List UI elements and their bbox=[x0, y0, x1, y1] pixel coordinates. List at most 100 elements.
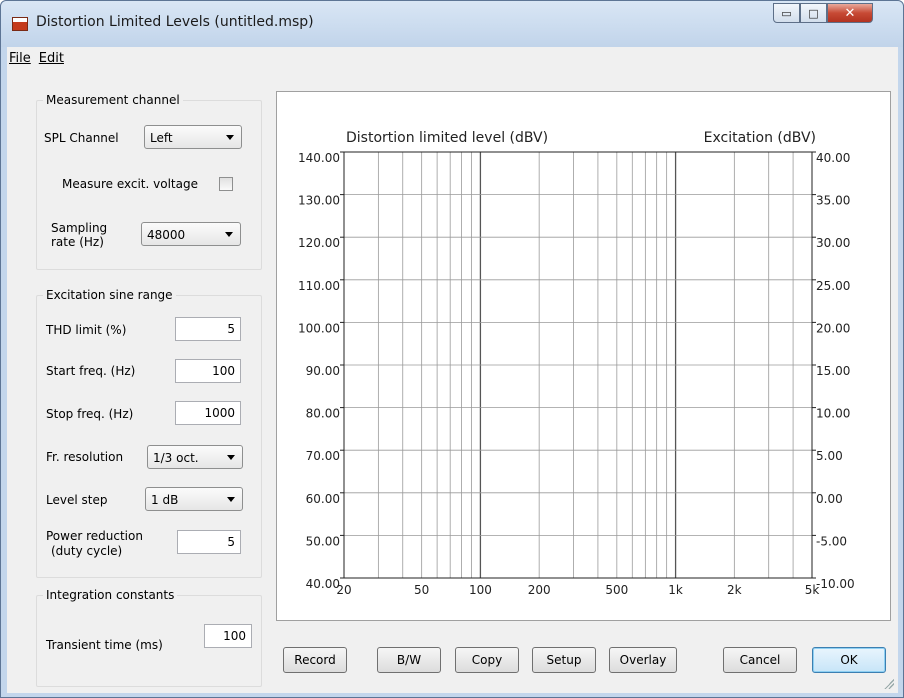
maximize-icon: □ bbox=[808, 6, 819, 20]
y-left-tick-label: 90.00 bbox=[306, 364, 340, 378]
power-reduction-label-2: (duty cycle) bbox=[51, 544, 123, 558]
y-right-tick-label: 5.00 bbox=[816, 449, 843, 463]
y-right-tick-label: 40.00 bbox=[816, 151, 850, 165]
ok-button[interactable]: OK bbox=[812, 647, 886, 673]
minimize-icon: ▭ bbox=[781, 6, 792, 20]
integration-group: Integration constants Transient time (ms… bbox=[36, 588, 262, 687]
transient-time-input[interactable]: 100 bbox=[204, 624, 252, 648]
sampling-rate-value: 48000 bbox=[147, 228, 186, 242]
resize-grip-icon[interactable] bbox=[884, 679, 894, 689]
y-left-tick-label: 110.00 bbox=[298, 279, 340, 293]
y-left-tick-label: 120.00 bbox=[298, 236, 340, 250]
y-right-tick-label: 35.00 bbox=[816, 194, 850, 208]
level-step-value: 1 dB bbox=[151, 493, 179, 507]
chevron-down-icon bbox=[226, 135, 234, 140]
transient-time-value: 100 bbox=[223, 629, 246, 643]
measure-excit-label: Measure excit. voltage bbox=[62, 177, 198, 191]
maximize-button[interactable]: □ bbox=[800, 3, 827, 23]
level-step-label: Level step bbox=[46, 493, 108, 507]
menu-file-label: File bbox=[9, 51, 31, 66]
power-reduction-label-1: Power reduction bbox=[46, 529, 143, 543]
y-left-tick-label: 70.00 bbox=[306, 449, 340, 463]
thd-limit-input[interactable]: 5 bbox=[175, 317, 241, 341]
title-bar[interactable]: Distortion Limited Levels (untitled.msp)… bbox=[1, 1, 903, 47]
start-freq-label: Start freq. (Hz) bbox=[46, 364, 136, 378]
integration-title: Integration constants bbox=[43, 588, 178, 602]
record-button[interactable]: Record bbox=[283, 647, 347, 673]
minimize-button[interactable]: ▭ bbox=[773, 3, 800, 23]
stop-freq-label: Stop freq. (Hz) bbox=[46, 407, 134, 421]
level-step-select[interactable]: 1 dB bbox=[145, 487, 243, 511]
power-reduction-input[interactable]: 5 bbox=[177, 530, 241, 554]
chevron-down-icon bbox=[227, 455, 235, 460]
stop-freq-value: 1000 bbox=[204, 406, 235, 420]
overlay-button[interactable]: Overlay bbox=[609, 647, 677, 673]
y-right-tick-label: -10.00 bbox=[816, 577, 855, 591]
distortion-chart[interactable]: 40.00 50.00 60.00 70.00 80.00 90.00 100.00 110.… bbox=[277, 92, 890, 620]
sampling-rate-select[interactable]: 48000 bbox=[141, 222, 241, 246]
y-left-axis-title: Distortion limited level (dBV) bbox=[346, 130, 548, 146]
plot-frame: 40.00 50.00 60.00 70.00 80.00 90.00 100.00 110.… bbox=[276, 91, 891, 621]
measure-excit-checkbox[interactable] bbox=[219, 177, 233, 191]
measurement-channel-title: Measurement channel bbox=[43, 93, 183, 107]
chevron-down-icon bbox=[225, 232, 233, 237]
close-icon: ✕ bbox=[844, 5, 856, 21]
copy-button[interactable]: Copy bbox=[455, 647, 519, 673]
menu-bar: File Edit bbox=[7, 49, 898, 69]
resolution-value: 1/3 oct. bbox=[153, 451, 199, 465]
x-tick-label: 2k bbox=[727, 583, 742, 597]
stop-freq-input[interactable]: 1000 bbox=[175, 401, 241, 425]
bw-button[interactable]: B/W bbox=[377, 647, 441, 673]
y-left-tick-label: 40.00 bbox=[306, 577, 340, 591]
y-right-axis-title: Excitation (dBV) bbox=[704, 130, 816, 146]
spl-channel-select[interactable]: Left bbox=[144, 125, 242, 149]
caption-buttons: ▭ □ ✕ bbox=[773, 3, 873, 25]
x-tick-label: 1k bbox=[668, 583, 683, 597]
x-tick-label: 20 bbox=[336, 583, 351, 597]
transient-time-label: Transient time (ms) bbox=[46, 638, 163, 652]
sampling-rate-label-2: rate (Hz) bbox=[51, 235, 104, 249]
power-reduction-value: 5 bbox=[227, 535, 235, 549]
menu-edit-label: Edit bbox=[38, 51, 64, 66]
x-tick-label: 500 bbox=[605, 583, 628, 597]
spl-channel-value: Left bbox=[150, 131, 173, 145]
y-left-tick-label: 130.00 bbox=[298, 194, 340, 208]
close-button[interactable]: ✕ bbox=[827, 3, 873, 23]
cancel-button[interactable]: Cancel bbox=[723, 647, 797, 673]
excitation-group: Excitation sine range THD limit (%) 5 St… bbox=[36, 288, 262, 578]
y-right-tick-label: 0.00 bbox=[816, 492, 843, 506]
thd-limit-label: THD limit (%) bbox=[46, 323, 127, 337]
chevron-down-icon bbox=[227, 497, 235, 502]
thd-limit-value: 5 bbox=[227, 322, 235, 336]
y-right-tick-label: 15.00 bbox=[816, 364, 850, 378]
client-area: File Edit Measurement channel SPL Channe… bbox=[7, 47, 898, 693]
x-tick-label: 50 bbox=[414, 583, 429, 597]
measurement-channel-group: Measurement channel SPL Channel Left Mea… bbox=[36, 93, 262, 270]
sampling-rate-label-1: Sampling bbox=[51, 221, 108, 235]
start-freq-value: 100 bbox=[212, 364, 235, 378]
setup-button[interactable]: Setup bbox=[532, 647, 596, 673]
excitation-title: Excitation sine range bbox=[43, 288, 176, 302]
y-right-tick-label: 25.00 bbox=[816, 279, 850, 293]
y-left-tick-label: 100.00 bbox=[298, 321, 340, 335]
resolution-label: Fr. resolution bbox=[46, 450, 124, 464]
y-right-tick-label: 30.00 bbox=[816, 236, 850, 250]
start-freq-input[interactable]: 100 bbox=[175, 359, 241, 383]
app-window: Distortion Limited Levels (untitled.msp)… bbox=[0, 0, 904, 698]
x-tick-label: 5k bbox=[805, 583, 820, 597]
y-left-tick-label: 80.00 bbox=[306, 407, 340, 421]
y-right-tick-label: -5.00 bbox=[816, 534, 847, 548]
y-left-tick-label: 140.00 bbox=[298, 151, 340, 165]
window-title: Distortion Limited Levels (untitled.msp) bbox=[36, 14, 314, 30]
app-icon[interactable] bbox=[12, 17, 28, 31]
y-left-tick-label: 50.00 bbox=[306, 534, 340, 548]
menu-file[interactable]: File bbox=[7, 49, 37, 69]
x-tick-label: 100 bbox=[469, 583, 492, 597]
y-right-tick-label: 20.00 bbox=[816, 321, 850, 335]
x-tick-label: 200 bbox=[528, 583, 551, 597]
resolution-select[interactable]: 1/3 oct. bbox=[147, 445, 243, 469]
spl-channel-label: SPL Channel bbox=[44, 131, 119, 145]
y-right-tick-label: 10.00 bbox=[816, 407, 850, 421]
y-left-tick-label: 60.00 bbox=[306, 492, 340, 506]
menu-edit[interactable]: Edit bbox=[37, 49, 70, 69]
